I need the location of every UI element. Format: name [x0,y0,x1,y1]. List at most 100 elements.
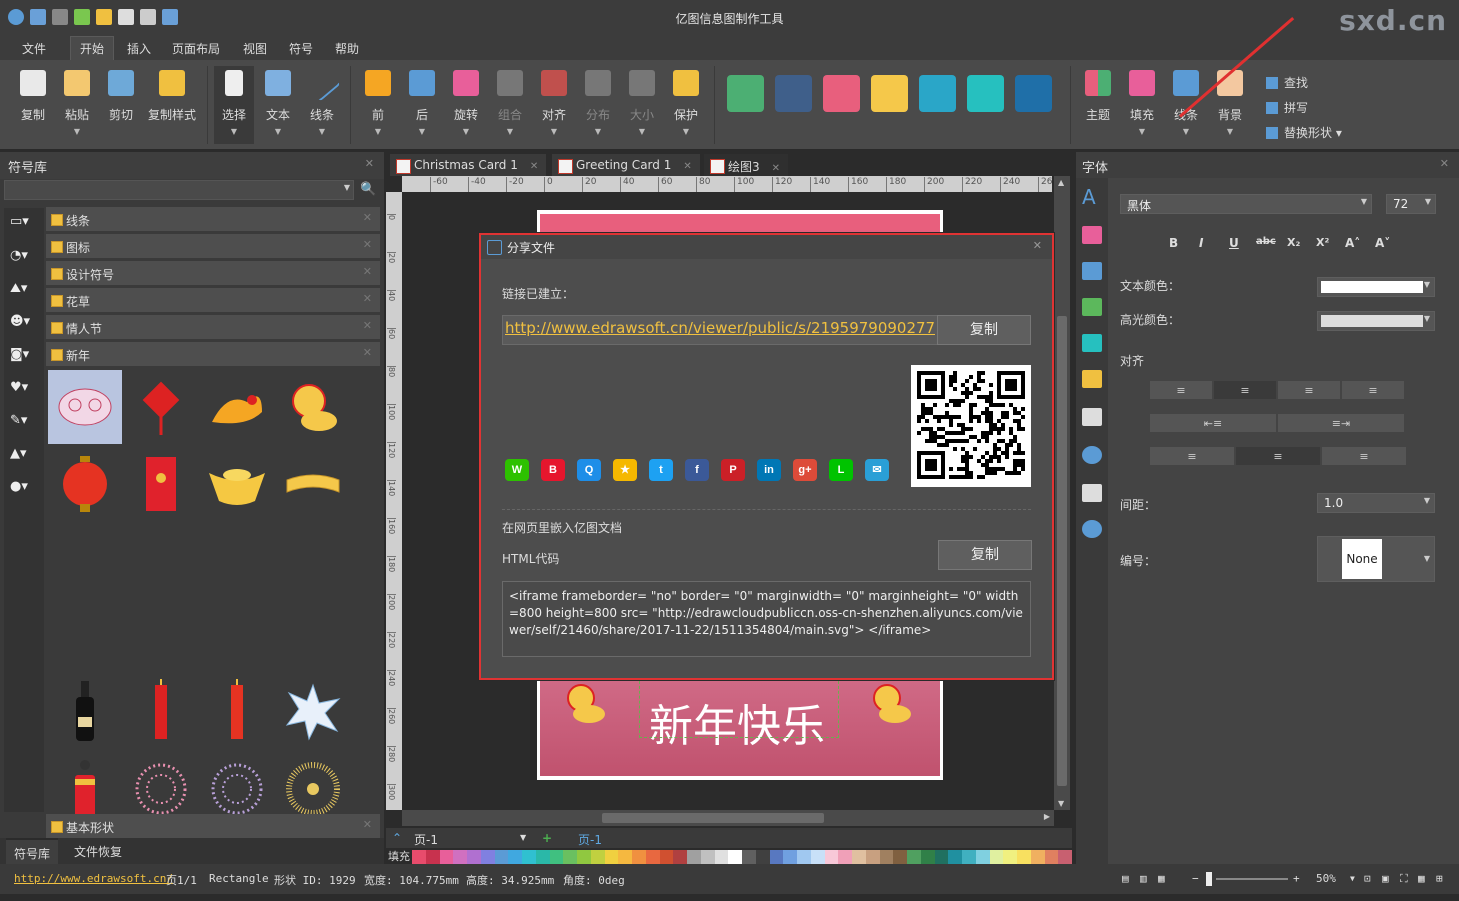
chart-category-icon[interactable]: ◔▾ [10,248,38,266]
theme-swatch-teal[interactable] [967,75,1004,112]
palette-color-swatch[interactable] [618,850,632,864]
symbol-explosion[interactable] [276,674,350,748]
menu-insert[interactable]: 插入 [127,40,151,57]
bring-front-button[interactable]: 前 ▼ [358,70,398,136]
chevron-down-icon[interactable]: ▼ [1350,874,1355,883]
palette-color-swatch[interactable] [934,850,949,864]
doc-tab-greeting[interactable]: Greeting Card 1 ✕ [552,154,700,176]
menu-home[interactable]: 开始 [70,36,115,60]
theme-swatch-yellow[interactable] [871,75,908,112]
shapes-category-icon[interactable]: ▭▾ [10,214,38,232]
palette-color-swatch[interactable] [453,850,467,864]
send-back-button[interactable]: 后 ▼ [402,70,442,136]
palette-color-swatch[interactable] [755,850,770,864]
bottle-category-icon[interactable]: ●▾ [10,479,38,497]
italic-button[interactable]: I [1199,236,1203,250]
comment-icon[interactable] [1082,520,1102,538]
cut-button[interactable]: 剪切 [101,70,141,123]
palette-color-swatch[interactable] [673,850,687,864]
theme-swatch-cyan[interactable] [919,75,956,112]
font-family-select[interactable]: 黑体 ▼ [1120,194,1372,214]
hyperlink-icon[interactable] [1082,446,1102,464]
line-icon[interactable]: L [829,459,853,481]
library-search-input[interactable]: ▼ [4,180,354,200]
strikethrough-button[interactable]: abc [1256,236,1276,247]
copy-button[interactable]: 复制 [13,70,53,123]
palette-color-swatch[interactable] [632,850,646,864]
paste-button[interactable]: 粘贴 ▼ [57,70,97,136]
palette-color-swatch[interactable] [838,850,852,864]
palette-color-swatch[interactable] [783,850,797,864]
palette-color-swatch[interactable] [577,850,591,864]
people-category-icon[interactable]: ☻▾ [10,314,38,332]
copy-link-button[interactable]: 复制 [937,315,1031,345]
palette-color-swatch[interactable] [522,850,536,864]
symbol-lantern[interactable] [48,447,122,521]
palette-color-swatch[interactable] [439,850,454,864]
vertical-scrollbar[interactable]: ▲ ▼ [1054,176,1070,810]
symbol-champagne[interactable] [48,674,122,748]
category-valentine[interactable]: 情人节 ✕ [46,315,380,340]
palette-color-swatch[interactable] [563,850,577,864]
align-left-button[interactable]: ≡ [1149,380,1213,400]
palette-color-swatch[interactable] [907,850,921,864]
theme-button[interactable]: 主题 [1078,70,1118,123]
category-new-year[interactable]: 新年 ✕ [46,342,380,367]
distribute-button[interactable]: 分布 ▼ [578,70,618,136]
decrease-indent-button[interactable]: ⇤≡ [1149,413,1277,433]
full-screen-icon[interactable]: ⛶ [1400,872,1408,886]
increase-indent-button[interactable]: ≡⇥ [1277,413,1405,433]
palette-color-swatch[interactable] [535,850,550,864]
page-selector[interactable]: 页-1 [414,831,438,848]
numbering-select[interactable]: None ▼ [1317,536,1435,582]
palette-color-swatch[interactable] [989,850,1004,864]
rotate-button[interactable]: 旋转 ▼ [446,70,486,136]
palette-color-swatch[interactable] [893,850,907,864]
close-icon[interactable]: ✕ [683,161,691,172]
palette-color-swatch[interactable] [700,850,715,864]
theme-swatch-blue[interactable] [1015,75,1052,112]
share-url[interactable]: http://www.edrawsoft.cn/viewer/public/s/… [505,319,935,341]
text-color-picker[interactable]: ▼ [1317,277,1435,297]
search-icon[interactable]: 🔍 [360,182,376,197]
text-button[interactable]: 文本 ▼ [258,70,298,136]
palette-color-swatch[interactable] [865,850,880,864]
fill-icon[interactable] [1082,226,1102,244]
tab-symbol-library[interactable]: 符号库 [6,838,59,864]
facebook-icon[interactable]: f [685,459,709,481]
line-style-button[interactable]: 线条 ▼ [1166,70,1206,136]
palette-color-swatch[interactable] [975,850,990,864]
add-page-icon[interactable]: + [542,831,552,845]
zoom-slider[interactable] [1216,878,1288,880]
tools-category-icon[interactable]: ✎▾ [10,413,38,431]
palette-color-swatch[interactable] [590,850,605,864]
align-top-button[interactable]: ≡ [1149,446,1235,466]
zoom-slider-handle[interactable] [1206,872,1212,886]
tab-file-recovery[interactable]: 文件恢复 [74,843,122,860]
page-icon[interactable] [1082,408,1102,426]
palette-color-swatch[interactable] [962,850,976,864]
view-fit-icon[interactable]: ▦ [1158,872,1165,885]
palette-color-swatch[interactable] [769,850,784,864]
googleplus-icon[interactable]: g+ [793,459,817,481]
palette-color-swatch[interactable] [425,850,440,864]
palette-color-swatch[interactable] [852,850,866,864]
palette-color-swatch[interactable] [742,850,756,864]
palette-color-swatch[interactable] [1030,850,1045,864]
replace-shape-button[interactable]: 替换形状 ▾ [1266,124,1342,141]
theme-swatch-green[interactable] [727,75,764,112]
pinterest-icon[interactable]: P [721,459,745,481]
category-flowers[interactable]: 花草 ✕ [46,288,380,313]
palette-color-swatch[interactable] [1003,850,1017,864]
fit-page-icon[interactable]: ⊡ [1364,872,1371,885]
align-right-button[interactable]: ≡ [1277,380,1341,400]
menu-view[interactable]: 视图 [243,40,267,57]
shadow-icon[interactable] [1082,334,1102,352]
category-lines[interactable]: 线条 ✕ [46,207,380,232]
symbol-lion[interactable] [276,370,350,444]
palette-color-swatch[interactable] [494,850,509,864]
palette-color-swatch[interactable] [1017,850,1031,864]
theme-swatch-navy[interactable] [775,75,812,112]
symbol-firecracker-string[interactable] [200,674,274,748]
close-icon[interactable]: ✕ [365,157,374,170]
